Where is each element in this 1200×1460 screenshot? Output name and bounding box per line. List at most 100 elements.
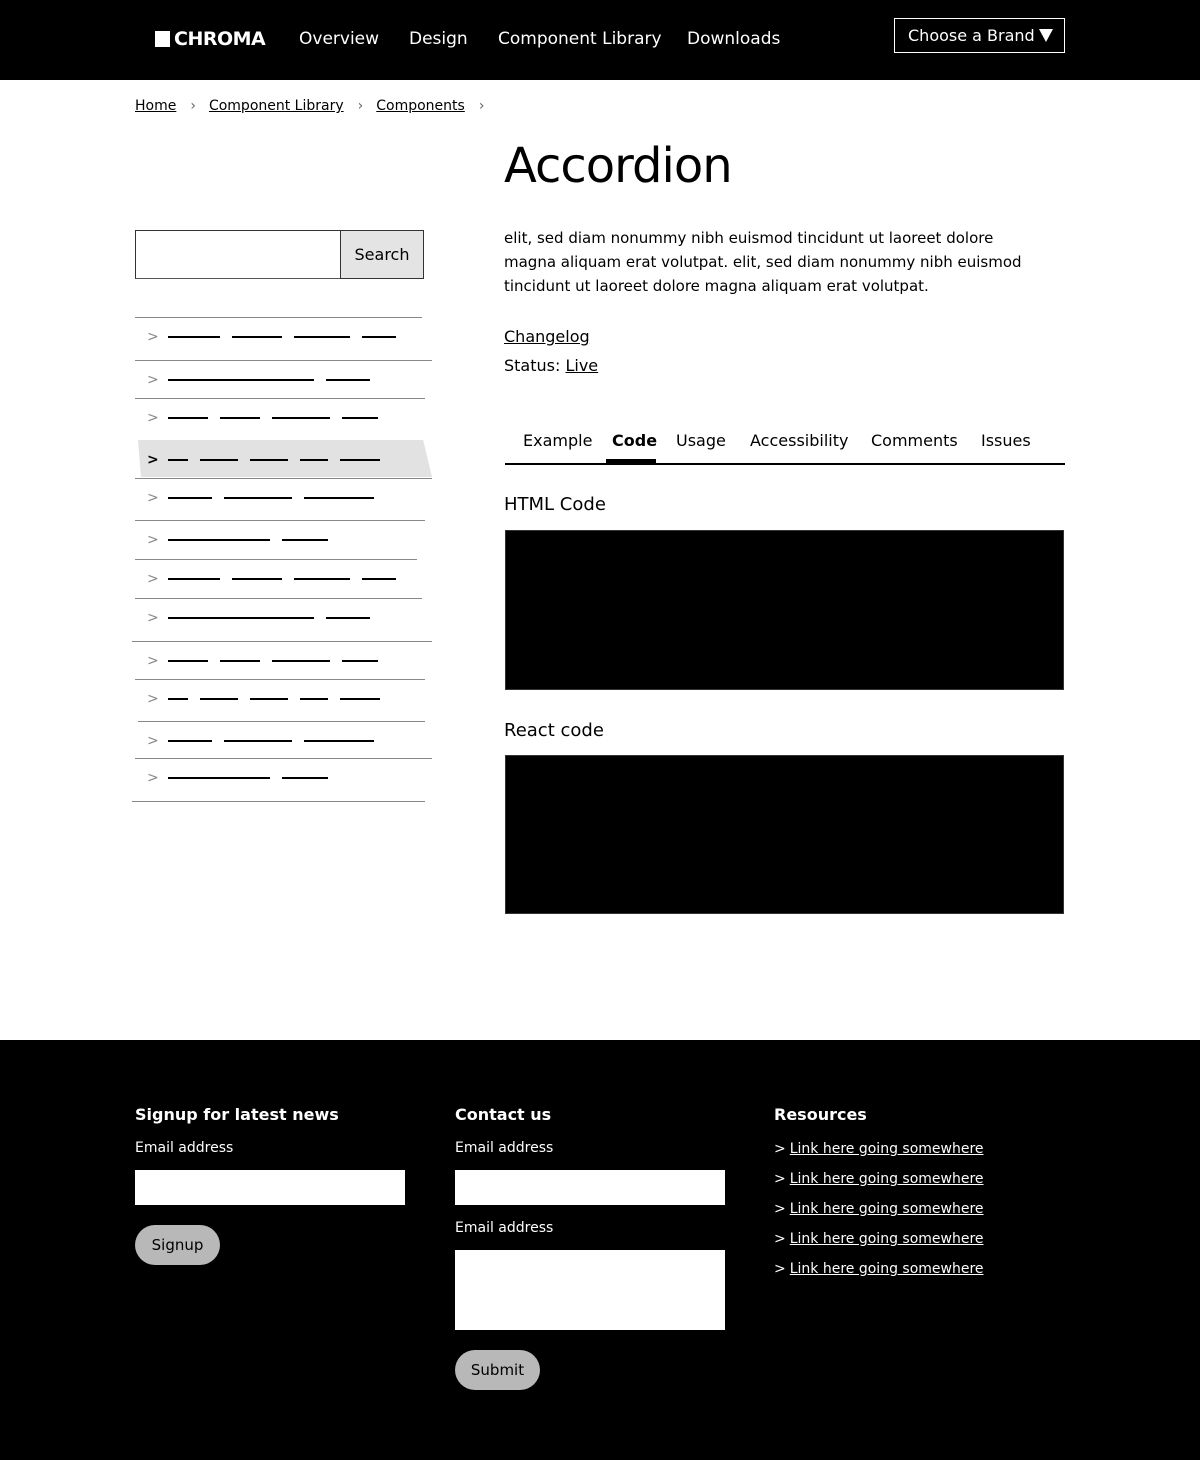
chevron-right-icon: > <box>147 490 159 506</box>
chevron-right-icon: > <box>774 1201 786 1217</box>
resource-link-row: > Link here going somewhere <box>774 1141 984 1157</box>
chevron-right-icon: › <box>190 98 196 114</box>
brand-select-dropdown[interactable]: Choose a Brand <box>894 18 1065 53</box>
sidebar-item[interactable]: > <box>135 679 432 719</box>
nav-item-component-library[interactable]: Component Library <box>498 29 662 49</box>
resources-heading: Resources <box>774 1105 867 1124</box>
divider <box>138 721 425 722</box>
tab-usage[interactable]: Usage <box>676 431 726 450</box>
sidebar-item[interactable]: > <box>132 641 432 681</box>
contact-email-field[interactable] <box>455 1170 725 1205</box>
logo-mark-icon <box>155 31 170 47</box>
chevron-right-icon: > <box>147 571 159 587</box>
chevron-right-icon: > <box>774 1261 786 1277</box>
page-title: Accordion <box>504 138 733 194</box>
divider <box>135 360 432 361</box>
contact-heading: Contact us <box>455 1105 552 1124</box>
active-tab-indicator <box>606 459 656 464</box>
sidebar-item[interactable]: > <box>138 721 432 761</box>
sidebar-item[interactable]: > <box>135 598 432 638</box>
submit-button[interactable]: Submit <box>455 1350 540 1390</box>
chevron-right-icon: > <box>774 1141 786 1157</box>
sidebar-item[interactable]: > <box>135 398 432 438</box>
sidebar-item-label-placeholder <box>168 690 392 706</box>
nav-item-downloads[interactable]: Downloads <box>687 29 780 49</box>
search-button[interactable]: Search <box>340 230 424 279</box>
chevron-right-icon: › <box>478 98 485 114</box>
divider <box>132 641 432 642</box>
sidebar-item[interactable]: > <box>135 758 432 798</box>
divider <box>135 598 422 599</box>
sidebar-item-label-placeholder <box>168 769 340 785</box>
sidebar-item[interactable]: > <box>135 559 432 599</box>
chevron-right-icon: > <box>147 610 159 626</box>
contact-message-field[interactable] <box>455 1250 725 1330</box>
chevron-right-icon: > <box>774 1231 786 1247</box>
logo[interactable]: CHROMA <box>155 28 266 50</box>
divider <box>135 559 417 560</box>
chevron-right-icon: > <box>774 1171 786 1187</box>
divider <box>135 398 425 399</box>
signup-email-label: Email address <box>135 1140 234 1156</box>
tab-code[interactable]: Code <box>612 431 657 450</box>
tab-issues[interactable]: Issues <box>981 431 1031 450</box>
top-navigation-bar: CHROMA Overview Design Component Library… <box>0 0 1200 80</box>
chevron-right-icon: > <box>147 770 159 786</box>
signup-button[interactable]: Signup <box>135 1225 220 1265</box>
status-live-link[interactable]: Live <box>565 356 598 375</box>
sidebar-item-label-placeholder <box>168 732 386 748</box>
breadcrumb-components[interactable]: Components <box>376 98 465 114</box>
sidebar-item-label-placeholder <box>168 451 392 467</box>
resource-link[interactable]: Link here going somewhere <box>790 1261 984 1277</box>
changelog-link[interactable]: Changelog <box>504 327 590 346</box>
sidebar-item-label-placeholder <box>168 409 390 425</box>
status-label: Status: <box>504 356 561 375</box>
resource-link[interactable]: Link here going somewhere <box>790 1201 984 1217</box>
chevron-right-icon: > <box>147 691 159 707</box>
resource-link[interactable]: Link here going somewhere <box>790 1141 984 1157</box>
sidebar-item[interactable]: > <box>135 317 432 357</box>
react-code-block[interactable] <box>505 755 1064 914</box>
footer: Signup for latest news Email address Sig… <box>0 1040 1200 1460</box>
tab-example[interactable]: Example <box>523 431 592 450</box>
resource-link-row: > Link here going somewhere <box>774 1171 984 1187</box>
caret-down-icon <box>1039 29 1053 42</box>
chevron-right-icon: > <box>147 452 159 468</box>
divider <box>132 801 425 802</box>
contact-email-label: Email address <box>455 1140 554 1156</box>
breadcrumb-component-library[interactable]: Component Library <box>209 98 344 114</box>
divider <box>135 758 432 759</box>
divider <box>135 317 422 318</box>
resource-link[interactable]: Link here going somewhere <box>790 1231 984 1247</box>
status-line: Status: Live <box>504 356 598 375</box>
chevron-right-icon: > <box>147 329 159 345</box>
sidebar-item-label-placeholder <box>168 609 382 625</box>
chevron-right-icon: > <box>147 410 159 426</box>
nav-item-overview[interactable]: Overview <box>299 29 379 49</box>
sidebar-item-label-placeholder <box>168 570 408 586</box>
sidebar-item-label-placeholder <box>168 531 340 547</box>
signup-email-field[interactable] <box>135 1170 405 1205</box>
html-code-block[interactable] <box>505 530 1064 690</box>
signup-heading: Signup for latest news <box>135 1105 339 1124</box>
tab-comments[interactable]: Comments <box>871 431 958 450</box>
sidebar-item-active[interactable]: > <box>135 440 432 480</box>
sidebar-item[interactable]: > <box>135 478 432 518</box>
chevron-right-icon: > <box>147 532 159 548</box>
chevron-right-icon: > <box>147 372 159 388</box>
sidebar-item[interactable]: > <box>135 520 432 560</box>
nav-item-design[interactable]: Design <box>409 29 468 49</box>
sidebar-item[interactable]: > <box>135 360 432 400</box>
tab-accessibility[interactable]: Accessibility <box>750 431 848 450</box>
search-input[interactable] <box>136 231 340 278</box>
chevron-right-icon: › <box>357 98 364 114</box>
resource-link-row: > Link here going somewhere <box>774 1261 984 1277</box>
resource-link-row: > Link here going somewhere <box>774 1231 984 1247</box>
html-code-heading: HTML Code <box>504 494 606 515</box>
resource-link[interactable]: Link here going somewhere <box>790 1171 984 1187</box>
breadcrumb: Home › Component Library › Components › <box>135 98 497 114</box>
tab-bar: Example Code Usage Accessibility Comment… <box>505 430 1065 465</box>
breadcrumb-home[interactable]: Home <box>135 98 176 114</box>
chevron-right-icon: > <box>147 733 159 749</box>
sidebar-item-label-placeholder <box>168 328 408 344</box>
